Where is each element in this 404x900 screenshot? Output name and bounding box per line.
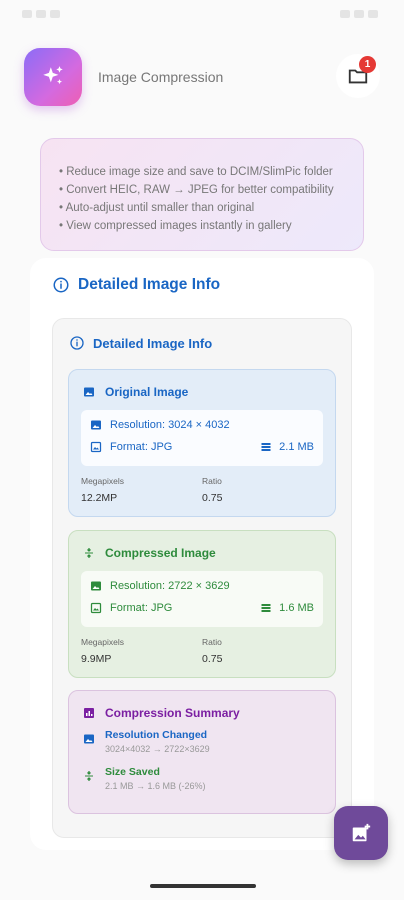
ratio-value: 0.75 xyxy=(202,653,223,665)
original-resolution: Resolution: 3024 × 4032 xyxy=(110,419,230,431)
original-image-title: Original Image xyxy=(105,385,189,399)
original-format-row: Format: JPG xyxy=(90,441,172,453)
original-ratio-stat: Ratio 0.75 xyxy=(202,476,222,504)
image-icon xyxy=(91,581,101,591)
storage-icon xyxy=(261,604,271,612)
resolution-changed-label: Resolution Changed xyxy=(105,729,208,741)
image-icon xyxy=(84,734,94,744)
image-icon xyxy=(91,420,101,430)
storage-icon xyxy=(261,443,271,451)
resolution-changed-detail: 3024×4032 → 2722×3629 xyxy=(105,744,210,754)
tips-card: • Reduce image size and save to DCIM/Sli… xyxy=(40,138,364,251)
tip-item: • Reduce image size and save to DCIM/Sli… xyxy=(59,166,333,178)
tip-item: • Auto-adjust until smaller than origina… xyxy=(59,202,255,214)
status-bar xyxy=(0,0,404,28)
image-icon xyxy=(84,387,94,397)
status-right xyxy=(340,5,382,23)
compressed-ratio-stat: Ratio 0.75 xyxy=(202,637,222,665)
inner-info-title: Detailed Image Info xyxy=(93,335,213,351)
size-saved-item: Size Saved 2.1 MB → 1.6 MB (-26%) xyxy=(83,766,206,791)
original-size: 2.1 MB xyxy=(279,441,314,453)
size-saved-detail: 2.1 MB → 1.6 MB (-26%) xyxy=(105,781,206,791)
megapixels-value: 12.2MP xyxy=(81,492,118,504)
original-image-header: Original Image xyxy=(83,385,188,399)
detailed-info-header: Detailed Image Info xyxy=(52,276,220,294)
compressed-format-row: Format: JPG xyxy=(90,602,172,614)
compress-icon xyxy=(85,548,93,558)
megapixels-label: Megapixels xyxy=(81,637,124,647)
original-resolution-row: Resolution: 3024 × 4032 xyxy=(90,419,230,431)
compressed-resolution: Resolution: 2722 × 3629 xyxy=(110,580,230,592)
compression-summary-panel: Compression Summary Resolution Changed 3… xyxy=(68,690,336,814)
info-icon xyxy=(53,277,69,293)
detailed-info-card: Detailed Image Info Detailed Image Info … xyxy=(30,258,374,850)
compression-summary-title: Compression Summary xyxy=(105,706,240,720)
image-outline-icon xyxy=(90,602,102,614)
original-format: Format: JPG xyxy=(110,441,173,453)
tip-item: • View compressed images instantly in ga… xyxy=(59,220,292,232)
compressed-resolution-row: Resolution: 2722 × 3629 xyxy=(90,580,230,592)
sparkle-app-icon xyxy=(24,48,82,106)
ratio-label: Ratio xyxy=(202,476,222,486)
folder-button[interactable]: 1 xyxy=(336,54,380,98)
compress-icon xyxy=(85,771,93,781)
notification-badge: 1 xyxy=(359,56,376,73)
add-photo-icon xyxy=(352,823,371,842)
compressed-details-box: Resolution: 2722 × 3629 Format: JPG 1.6 … xyxy=(81,571,323,627)
detailed-info-title: Detailed Image Info xyxy=(78,276,221,293)
compressed-image-panel: Compressed Image Resolution: 2722 × 3629… xyxy=(68,530,336,678)
compressed-size-row: 1.6 MB xyxy=(260,602,314,614)
add-image-button[interactable] xyxy=(334,806,388,860)
image-outline-icon xyxy=(90,441,102,453)
app-title: Image Compression xyxy=(98,69,224,85)
compressed-image-header: Compressed Image xyxy=(83,546,216,560)
megapixels-label: Megapixels xyxy=(81,476,124,486)
analytics-icon xyxy=(84,708,94,718)
size-saved-label: Size Saved xyxy=(105,766,160,778)
info-icon xyxy=(70,336,84,350)
header: Image Compression 1 xyxy=(24,48,380,106)
tip-item: • Convert HEIC, RAW → JPEG for better co… xyxy=(59,184,334,196)
compressed-size: 1.6 MB xyxy=(279,602,314,614)
megapixels-value: 9.9MP xyxy=(81,653,112,665)
ratio-label: Ratio xyxy=(202,637,222,647)
compression-summary-header: Compression Summary xyxy=(83,706,240,720)
compressed-image-title: Compressed Image xyxy=(105,546,216,560)
inner-info-header: Detailed Image Info xyxy=(69,335,212,351)
compressed-format: Format: JPG xyxy=(110,602,173,614)
compressed-megapixels-stat: Megapixels 9.9MP xyxy=(81,637,124,665)
status-left xyxy=(22,5,64,23)
resolution-changed-item: Resolution Changed 3024×4032 → 2722×3629 xyxy=(83,729,210,754)
ratio-value: 0.75 xyxy=(202,492,223,504)
original-image-panel: Original Image Resolution: 3024 × 4032 F… xyxy=(68,369,336,517)
inner-info-card: Detailed Image Info Original Image Resol… xyxy=(52,318,352,838)
original-details-box: Resolution: 3024 × 4032 Format: JPG 2.1 … xyxy=(81,410,323,466)
original-megapixels-stat: Megapixels 12.2MP xyxy=(81,476,124,504)
home-indicator[interactable] xyxy=(150,884,256,888)
original-size-row: 2.1 MB xyxy=(260,441,314,453)
